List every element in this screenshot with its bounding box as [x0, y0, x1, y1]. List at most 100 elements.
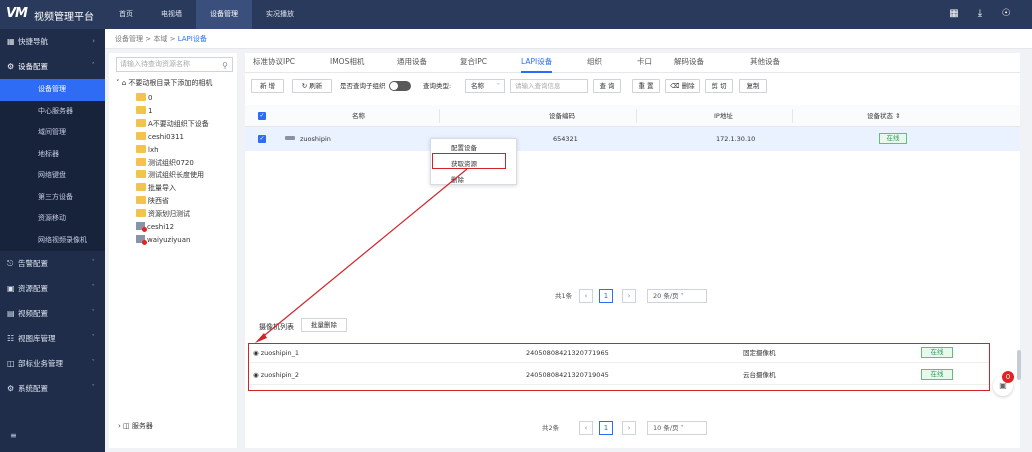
- page-number[interactable]: 1: [599, 289, 613, 303]
- table-header: ✓ 名称 设备编码 IP地址 设备状态 ⇕: [245, 105, 1020, 127]
- tree-node[interactable]: 测试组织长度使用: [136, 169, 204, 181]
- reset-button[interactable]: 重 置: [632, 79, 660, 93]
- sidebar-item-central-server[interactable]: 中心服务器: [0, 100, 105, 122]
- tab-imos-camera[interactable]: IMOS相机: [330, 53, 364, 73]
- tree-node[interactable]: lxh: [136, 144, 159, 156]
- tree-root-node[interactable]: ˅ ⌂ 不要动根目录下添加的相机: [116, 78, 212, 88]
- tree-search-input[interactable]: 请输入待查询资源名称 ⚲: [116, 57, 233, 72]
- topnav-device-management[interactable]: 设备管理: [196, 0, 252, 29]
- sidebar-item-resource-move[interactable]: 资源移动: [0, 208, 105, 230]
- tree-node[interactable]: 测试组织0720: [136, 157, 194, 169]
- page-size-select[interactable]: 20 条/页 ˅: [647, 289, 707, 303]
- sidebar-group-label: 部标业务管理: [18, 359, 63, 368]
- sidebar-item-landmark[interactable]: 地标器: [0, 143, 105, 165]
- page-number[interactable]: 1: [599, 421, 613, 435]
- camera-list-label: 摄像机列表: [259, 323, 294, 331]
- search-icon[interactable]: ⚲: [222, 59, 228, 72]
- sidebar-group-video[interactable]: ▤ 视频配置 ˇ: [0, 301, 105, 326]
- prev-page-button[interactable]: ‹: [579, 421, 593, 435]
- batch-delete-button[interactable]: 批量删除: [301, 318, 347, 332]
- tree-node[interactable]: 资源划归测试: [136, 208, 190, 220]
- scrollbar[interactable]: [1017, 350, 1021, 380]
- sidebar-item-nvr[interactable]: 网络视频录像机: [0, 229, 105, 251]
- query-input[interactable]: 请输入查询信息: [510, 79, 588, 93]
- cut-button[interactable]: 剪 切: [705, 79, 733, 93]
- sidebar-group-quick-nav[interactable]: ▦ 快捷导航 ›: [0, 29, 105, 54]
- status-badge: 在线: [879, 133, 907, 144]
- delete-button[interactable]: ⌫ 删除: [665, 79, 700, 93]
- search-button[interactable]: 查 询: [593, 79, 621, 93]
- row-checkbox[interactable]: ✓: [258, 135, 266, 143]
- sidebar-group-label: 视图库管理: [18, 334, 56, 343]
- breadcrumb-item[interactable]: 设备管理: [115, 35, 143, 43]
- sidebar-group-view-library[interactable]: ☷ 视图库管理 ˇ: [0, 326, 105, 351]
- device-tabs: 标准协议IPC IMOS相机 通用设备 复合IPC LAPI设备 组织 卡口 解…: [245, 53, 1020, 73]
- prev-page-button[interactable]: ‹: [579, 289, 593, 303]
- topnav-home[interactable]: 首页: [105, 0, 147, 29]
- video-icon: ▤: [7, 309, 15, 318]
- menu-item-delete[interactable]: 删除: [451, 174, 464, 184]
- folder-icon: [136, 196, 146, 205]
- tab-standard-ipc[interactable]: 标准协议IPC: [253, 53, 295, 73]
- topnav-tv-wall[interactable]: 电视墙: [147, 0, 196, 29]
- topnav-live-play[interactable]: 实况播放: [252, 0, 308, 29]
- tab-general-device[interactable]: 通用设备: [397, 53, 427, 73]
- user-icon[interactable]: ☉: [1000, 8, 1012, 20]
- folder-icon: [136, 105, 146, 114]
- download-icon[interactable]: ⤓: [974, 8, 986, 20]
- next-page-button[interactable]: ›: [622, 421, 636, 435]
- sidebar-group-alarm[interactable]: ⎋ 告警配置 ˇ: [0, 251, 105, 276]
- home-icon: ⌂: [121, 79, 127, 87]
- tree-node[interactable]: 批量导入: [136, 182, 176, 194]
- tab-decoder[interactable]: 解码设备: [674, 53, 704, 73]
- sort-icon[interactable]: ⇕: [895, 112, 900, 120]
- sidebar-item-domain-management[interactable]: 域间管理: [0, 122, 105, 144]
- tree-node[interactable]: 0: [136, 92, 152, 104]
- app-logo: VM: [6, 6, 28, 21]
- tree-node[interactable]: 1: [136, 105, 152, 117]
- tree-node[interactable]: ceshi12: [136, 221, 174, 233]
- breadcrumb-item[interactable]: 本域: [153, 35, 167, 43]
- tab-other-device[interactable]: 其他设备: [750, 53, 780, 73]
- tree-node[interactable]: 陕西省: [136, 195, 169, 207]
- chevron-right-icon[interactable]: ›: [118, 422, 121, 430]
- chevron-down-icon: ˅: [680, 292, 684, 300]
- include-sub-toggle[interactable]: [389, 81, 411, 91]
- next-page-button[interactable]: ›: [622, 289, 636, 303]
- sidebar-group-label: 告警配置: [18, 259, 48, 268]
- tab-lapi-device[interactable]: LAPI设备: [521, 53, 553, 73]
- tree-node[interactable]: ceshi0311: [136, 131, 184, 143]
- menu-collapse-icon[interactable]: ≡: [10, 431, 17, 440]
- folder-icon: [136, 93, 146, 101]
- tab-composite-ipc[interactable]: 复合IPC: [460, 53, 487, 73]
- tab-checkpoint[interactable]: 卡口: [637, 53, 652, 73]
- tree-node[interactable]: waiyuziyuan: [136, 234, 190, 246]
- select-all-checkbox[interactable]: ✓: [258, 112, 266, 120]
- chevron-down-icon: ˇ: [91, 309, 96, 317]
- menu-item-configure-device[interactable]: 配置设备: [451, 142, 477, 152]
- sidebar-item-third-party[interactable]: 第三方设备: [0, 186, 105, 208]
- gear-icon: ⚙: [7, 62, 15, 71]
- refresh-button[interactable]: ↻ 刷新: [292, 79, 332, 93]
- copy-button[interactable]: 复制: [739, 79, 767, 93]
- page-size-select[interactable]: 10 条/页 ˅: [647, 421, 707, 435]
- folder-icon: [136, 131, 146, 140]
- sidebar-group-resource[interactable]: ▣ 资源配置 ˇ: [0, 276, 105, 301]
- chevron-down-icon[interactable]: ˅: [116, 79, 120, 87]
- table-row[interactable]: ✓ zuoshipin 654321 172.1.30.10 在线: [245, 127, 1020, 151]
- add-button[interactable]: 新 增: [251, 79, 284, 93]
- pager-total: 共1条: [555, 292, 573, 300]
- query-type-select[interactable]: 名称 ˅: [465, 79, 505, 93]
- sidebar-group-business[interactable]: ◫ 部标业务管理 ˇ: [0, 351, 105, 376]
- tree-server-node[interactable]: › ◫ 服务器: [118, 421, 153, 431]
- sidebar-group-system[interactable]: ⚙ 系统配置 ˇ: [0, 376, 105, 401]
- folder-icon: [136, 144, 146, 153]
- sidebar-group-device-config[interactable]: ⚙ 设备配置 ˆ: [0, 54, 105, 79]
- tree-node[interactable]: A不要动组织下设备: [136, 118, 209, 130]
- tab-organization[interactable]: 组织: [587, 53, 602, 73]
- sidebar-item-device-management[interactable]: 设备管理: [0, 79, 105, 101]
- sidebar-item-network-keyboard[interactable]: 网络键盘: [0, 165, 105, 187]
- sidebar-group-label: 资源配置: [18, 284, 48, 293]
- grid-icon[interactable]: ▦: [948, 8, 960, 20]
- col-device-status[interactable]: 设备状态 ⇕: [867, 105, 901, 127]
